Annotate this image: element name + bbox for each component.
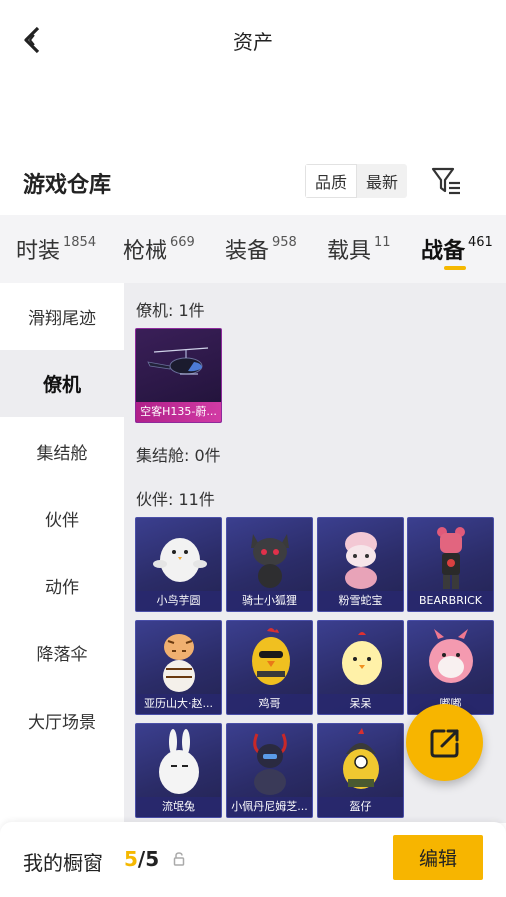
tab-label: 战备 (421, 239, 466, 264)
snow-snake-figure-icon (345, 532, 377, 589)
item-card[interactable]: 盔仔 (317, 723, 404, 818)
item-card[interactable]: 鸡哥 (226, 620, 313, 715)
sidebar: 滑翔尾迹 僚机 集结舱 伙伴 动作 降落伞 大厅场景 (0, 283, 124, 823)
sort-toggle: 品质 最新 (305, 164, 408, 198)
page-title: 资产 (233, 30, 273, 54)
showcase-count: 5/5 (124, 847, 159, 871)
tab-count: 958 (272, 235, 297, 250)
top-bar: 资产 (0, 0, 506, 80)
active-tab-indicator (444, 266, 466, 270)
item-name: 空客H135-蔚... (136, 402, 221, 422)
item-card[interactable]: 亚历山大·赵... (135, 620, 222, 715)
sort-latest-button[interactable]: 最新 (357, 164, 407, 198)
item-name: 盔仔 (318, 797, 403, 817)
item-card[interactable]: 空客H135-蔚... (135, 328, 222, 423)
section-title-pod: 集结舱: 0件 (136, 446, 221, 465)
item-card[interactable]: BEARBRICK (407, 517, 494, 612)
helicopter-icon (147, 347, 209, 375)
item-card[interactable]: 小佩丹尼姆芝... (226, 723, 313, 818)
item-card[interactable]: 呆呆 (317, 620, 404, 715)
external-link-icon (430, 729, 458, 757)
item-card[interactable]: 嘟嘟 (407, 620, 494, 715)
tiger-figure-icon (163, 634, 195, 692)
assets-page: 资产 游戏仓库 品质 最新 时装 1854 枪械 669 装备 958 载具 11 战备… (0, 0, 506, 897)
sidebar-item-wingman[interactable]: 僚机 (0, 350, 124, 417)
fox-figure-icon (251, 534, 289, 588)
rooster-figure-icon (252, 628, 290, 685)
item-card[interactable]: 粉雪蛇宝 (317, 517, 404, 612)
tab-label: 时装 (16, 239, 61, 264)
item-name: 小鸟芋圆 (136, 591, 221, 611)
helmet-duck-figure-icon (343, 728, 379, 789)
open-external-button[interactable] (406, 704, 483, 781)
tab-battle-prep[interactable]: 战备 461 (421, 233, 493, 265)
tab-count: 11 (374, 235, 391, 250)
item-name: 亚历山大·赵... (136, 694, 221, 714)
showcase-current: 5 (124, 847, 138, 871)
sidebar-item-partner[interactable]: 伙伴 (0, 485, 124, 552)
sidebar-item-pod[interactable]: 集结舱 (0, 418, 124, 485)
tab-count: 461 (468, 235, 493, 250)
section-title-wingman: 僚机: 1件 (136, 301, 205, 320)
bearbrick-figure-icon (437, 527, 465, 589)
sidebar-item-glide-trail[interactable]: 滑翔尾迹 (0, 283, 124, 350)
item-card[interactable]: 小鸟芋圆 (135, 517, 222, 612)
showcase-total: /5 (137, 847, 160, 871)
chick-figure-icon (342, 632, 382, 685)
edit-button[interactable]: 编辑 (393, 835, 483, 880)
tab-count: 1854 (63, 235, 97, 250)
robot-figure-icon (253, 733, 287, 795)
item-name: 小佩丹尼姆芝... (227, 797, 312, 817)
filter-button[interactable] (430, 165, 464, 197)
sidebar-item-emote[interactable]: 动作 (0, 552, 124, 619)
item-name: 骑士小狐狸 (227, 591, 312, 611)
tab-label: 载具 (327, 239, 372, 264)
sidebar-item-parachute[interactable]: 降落伞 (0, 619, 124, 686)
category-tabs: 时装 1854 枪械 669 装备 958 载具 11 战备 461 (0, 215, 506, 283)
tab-guns[interactable]: 枪械 669 (123, 233, 195, 265)
filter-icon (431, 167, 460, 195)
pink-creature-figure-icon (429, 629, 473, 683)
sort-quality-button[interactable]: 品质 (305, 164, 358, 198)
item-card[interactable]: 骑士小狐狸 (226, 517, 313, 612)
item-name: BEARBRICK (408, 591, 493, 611)
item-name: 鸡哥 (227, 694, 312, 714)
tab-count: 669 (170, 235, 195, 250)
tab-label: 装备 (225, 239, 270, 264)
warehouse-title: 游戏仓库 (23, 173, 112, 198)
tab-equipment[interactable]: 装备 958 (225, 233, 297, 265)
rabbit-figure-icon (159, 729, 199, 794)
item-card[interactable]: 流氓兔 (135, 723, 222, 818)
lock-icon (173, 852, 185, 866)
bird-figure-icon (153, 538, 207, 582)
item-name: 呆呆 (318, 694, 403, 714)
tab-fashion[interactable]: 时装 1854 (16, 233, 96, 265)
showcase-bar: 我的橱窗 5/5 编辑 (0, 822, 506, 897)
item-name: 粉雪蛇宝 (318, 591, 403, 611)
sidebar-item-lobby-scene[interactable]: 大厅场景 (0, 687, 124, 754)
item-name: 流氓兔 (136, 797, 221, 817)
showcase-label: 我的橱窗 (23, 851, 103, 875)
tab-vehicles[interactable]: 载具 11 (327, 233, 391, 265)
section-title-partner: 伙伴: 11件 (136, 490, 215, 509)
tab-label: 枪械 (123, 239, 168, 264)
